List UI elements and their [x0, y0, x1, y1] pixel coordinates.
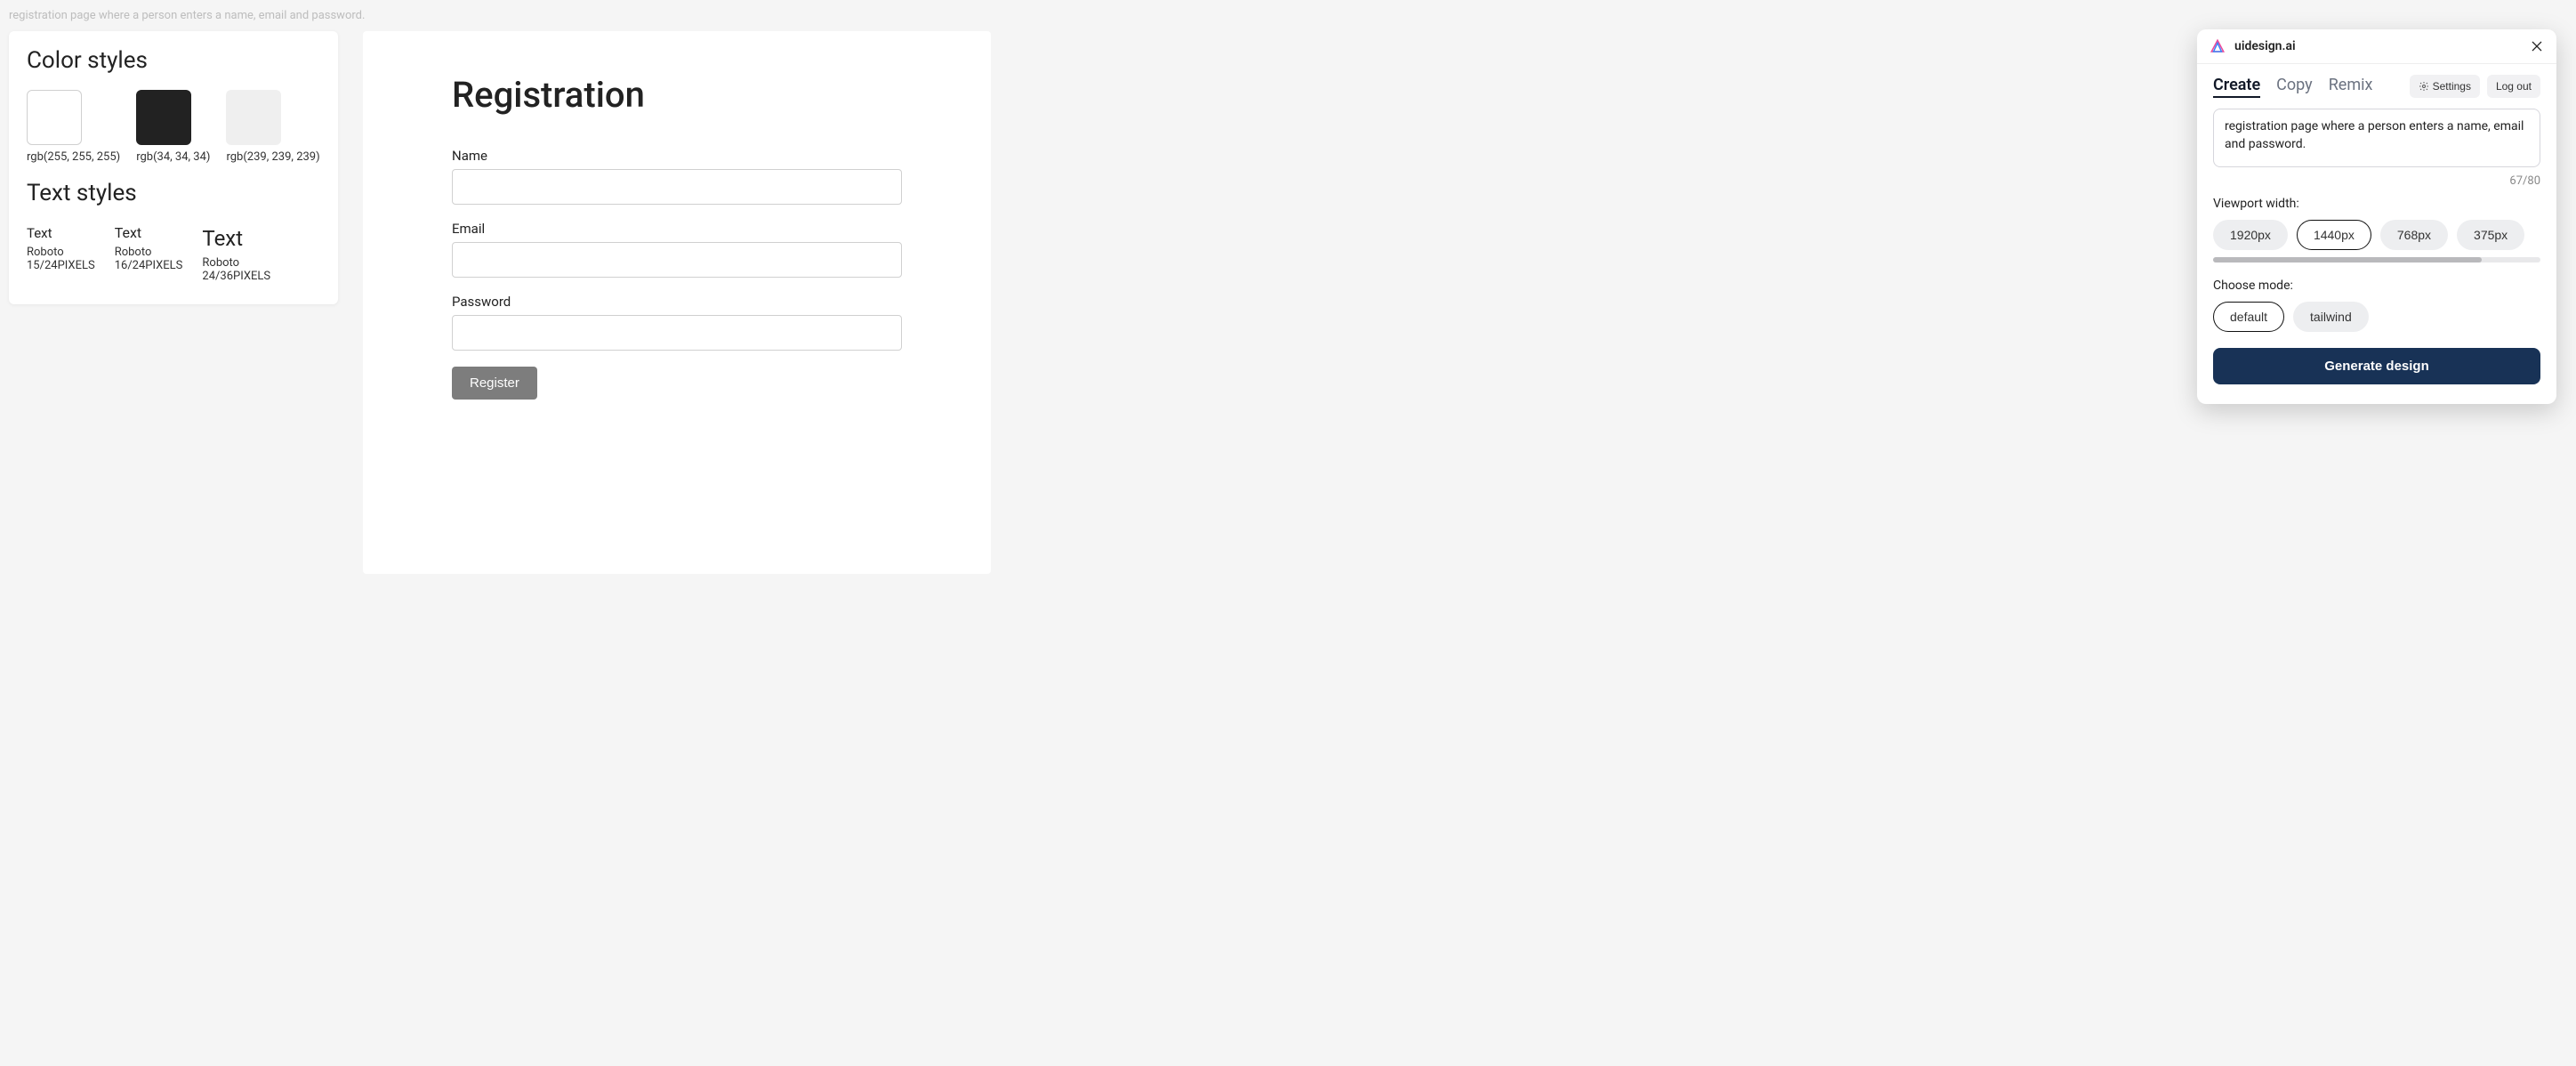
char-count: 67/80 [2213, 174, 2540, 188]
color-swatch-box[interactable] [226, 90, 281, 145]
tab-remix[interactable]: Remix [2329, 76, 2373, 96]
settings-label: Settings [2433, 80, 2471, 93]
text-sample-size: 15/24PIXELS [27, 259, 95, 272]
plugin-header: uidesign.ai [2197, 29, 2556, 64]
text-style-sample[interactable]: Text Roboto15/24PIXELS [27, 222, 95, 272]
color-swatch-box[interactable] [27, 90, 82, 145]
email-label: Email [452, 221, 902, 237]
viewport-chip-row: 1920px 1440px 768px 375px [2213, 220, 2540, 250]
text-styles-row: TextRoboto15/24PIXELSTextRoboto16/24PIXE… [27, 222, 320, 283]
color-swatch[interactable]: rgb(239, 239, 239) [226, 90, 319, 164]
logout-button[interactable]: Log out [2487, 75, 2540, 98]
styles-panel: Color styles rgb(255, 255, 255) rgb(34, 3… [9, 31, 338, 304]
name-label: Name [452, 148, 902, 164]
color-swatch[interactable]: rgb(34, 34, 34) [136, 90, 210, 164]
tab-create[interactable]: Create [2213, 76, 2260, 98]
color-swatch-label: rgb(239, 239, 239) [226, 150, 319, 164]
viewport-chip-768[interactable]: 768px [2380, 220, 2448, 250]
color-swatch-box[interactable] [136, 90, 191, 145]
text-style-sample[interactable]: Text Roboto16/24PIXELS [115, 222, 183, 272]
prompt-input[interactable] [2213, 109, 2540, 167]
viewport-width-label: Viewport width: [2213, 197, 2540, 211]
text-style-sample[interactable]: Text Roboto24/36PIXELS [202, 222, 270, 283]
text-sample-word: Text [27, 222, 95, 244]
viewport-scrollbar[interactable] [2213, 257, 2540, 262]
plugin-logo-icon [2210, 38, 2226, 54]
password-label: Password [452, 294, 902, 310]
name-input[interactable] [452, 169, 902, 205]
register-button[interactable]: Register [452, 367, 537, 400]
color-swatch-row: rgb(255, 255, 255) rgb(34, 34, 34) rgb(239… [27, 90, 320, 164]
color-swatch-label: rgb(34, 34, 34) [136, 150, 210, 164]
generate-design-button[interactable]: Generate design [2213, 348, 2540, 384]
logout-label: Log out [2496, 80, 2532, 93]
color-swatch-label: rgb(255, 255, 255) [27, 150, 120, 164]
color-swatch[interactable]: rgb(255, 255, 255) [27, 90, 120, 164]
text-styles-heading: Text styles [27, 180, 320, 206]
plugin-title: uidesign.ai [2234, 39, 2296, 53]
text-sample-font: Roboto [27, 246, 95, 259]
settings-button[interactable]: Settings [2410, 75, 2480, 98]
password-input[interactable] [452, 315, 902, 351]
viewport-chip-1920[interactable]: 1920px [2213, 220, 2288, 250]
viewport-chip-375[interactable]: 375px [2457, 220, 2524, 250]
text-sample-word: Text [115, 222, 183, 244]
mode-chip-row: default tailwind [2213, 302, 2540, 332]
viewport-scrollbar-thumb[interactable] [2213, 257, 2482, 262]
choose-mode-label: Choose mode: [2213, 279, 2540, 293]
page-title: Registration [452, 74, 902, 116]
gear-icon [2419, 81, 2429, 92]
design-preview: Registration Name Email Password Registe… [363, 31, 991, 574]
context-caption: registration page where a person enters … [9, 9, 365, 22]
text-sample-font: Roboto [115, 246, 183, 259]
plugin-panel: uidesign.ai Create Copy Remix [2197, 29, 2556, 404]
mode-chip-default[interactable]: default [2213, 302, 2284, 332]
tab-copy[interactable]: Copy [2276, 76, 2313, 96]
text-sample-word: Text [202, 222, 270, 254]
text-sample-font: Roboto [202, 256, 270, 270]
text-sample-size: 24/36PIXELS [202, 270, 270, 283]
mode-chip-tailwind[interactable]: tailwind [2293, 302, 2369, 332]
email-input[interactable] [452, 242, 902, 278]
close-icon[interactable] [2530, 39, 2544, 53]
text-sample-size: 16/24PIXELS [115, 259, 183, 272]
viewport-chip-1440[interactable]: 1440px [2297, 220, 2371, 250]
color-styles-heading: Color styles [27, 47, 320, 74]
